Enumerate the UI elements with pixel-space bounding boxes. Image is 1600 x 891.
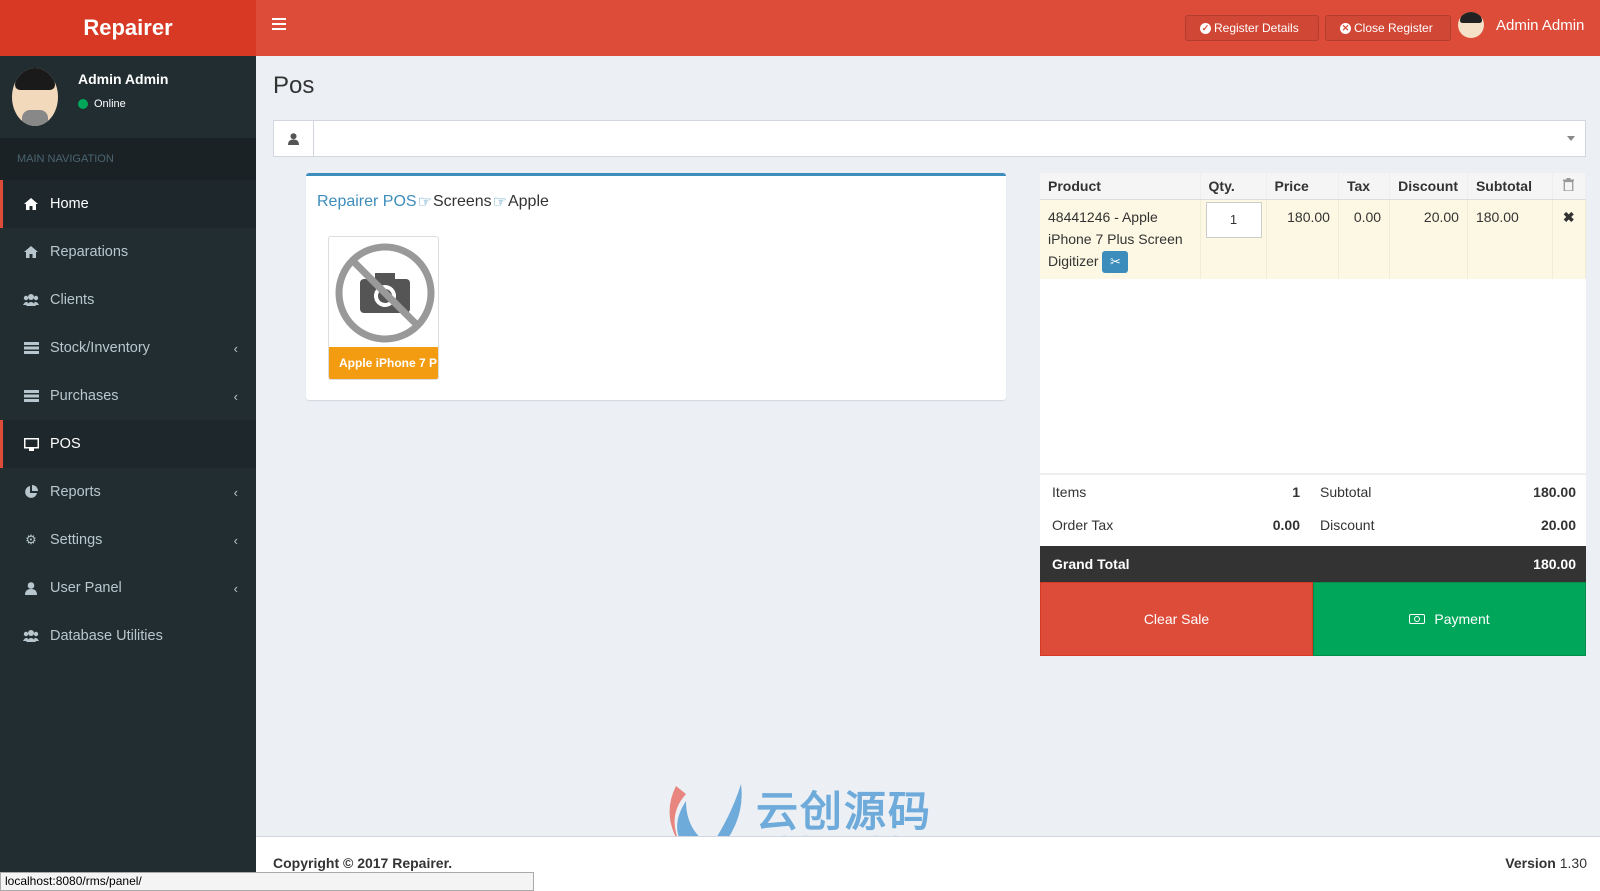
cart-header-row: Product Qty. Price Tax Discount Subtotal bbox=[1040, 173, 1587, 200]
page-title: Pos bbox=[273, 72, 315, 99]
close-register-button[interactable]: ✕ Close Register bbox=[1325, 15, 1451, 41]
chevron-left-icon: ‹ bbox=[233, 340, 238, 356]
status-dot-icon bbox=[78, 99, 88, 109]
totals-row: Order Tax 0.00 Discount 20.00 bbox=[1040, 508, 1586, 541]
cart-price: 180.00 bbox=[1266, 199, 1339, 279]
product-tile-label: Apple iPhone 7 P bbox=[329, 347, 438, 379]
gear-icon: ⚙ bbox=[25, 532, 37, 547]
home-icon bbox=[23, 246, 39, 259]
online-status: Online bbox=[78, 98, 126, 110]
sidebar-user-name: Admin Admin bbox=[78, 71, 169, 87]
subtotal-label: Subtotal bbox=[1320, 483, 1372, 500]
order-tax-value: 0.00 bbox=[1272, 516, 1300, 533]
sidebar-item-settings[interactable]: ⚙ Settings ‹ bbox=[0, 516, 256, 564]
sidebar-item-purchases[interactable]: Purchases ‹ bbox=[0, 372, 256, 420]
cart-qty-cell: 1 bbox=[1200, 199, 1267, 279]
cart-product: 48441246 - Apple iPhone 7 Plus Screen Di… bbox=[1040, 199, 1201, 279]
order-tax-label: Order Tax bbox=[1052, 516, 1114, 533]
sidebar-item-reports[interactable]: Reports ‹ bbox=[0, 468, 256, 516]
sidebar: Admin Admin Online MAIN NAVIGATION Home … bbox=[0, 56, 256, 891]
clear-sale-button[interactable]: Clear Sale bbox=[1040, 582, 1313, 656]
user-icon bbox=[274, 121, 314, 156]
chevron-left-icon: ‹ bbox=[233, 388, 238, 404]
breadcrumb-brand: Apple bbox=[507, 193, 549, 210]
users-icon bbox=[23, 294, 39, 307]
nav-header: MAIN NAVIGATION bbox=[0, 138, 256, 180]
sidebar-toggle-icon[interactable] bbox=[272, 18, 286, 30]
cart-subtotal: 180.00 bbox=[1467, 199, 1553, 279]
avatar bbox=[1458, 12, 1484, 38]
qty-input[interactable]: 1 bbox=[1205, 201, 1262, 238]
avatar bbox=[12, 68, 58, 126]
check-circle-icon: ✓ bbox=[1200, 22, 1211, 34]
sidebar-item-reparations[interactable]: Reparations bbox=[0, 228, 256, 276]
col-tax: Tax bbox=[1338, 173, 1391, 200]
cart-tax: 0.00 bbox=[1338, 199, 1391, 279]
subtotal-value: 180.00 bbox=[1533, 483, 1576, 500]
cart-panel: Product Qty. Price Tax Discount Subtotal… bbox=[1040, 173, 1587, 656]
user-icon bbox=[23, 581, 39, 595]
breadcrumb-category[interactable]: Screens bbox=[433, 193, 492, 211]
breadcrumb: Repairer POS ☞ Screens ☞ Apple bbox=[317, 192, 549, 212]
caret-down-icon bbox=[1567, 136, 1575, 141]
col-product: Product bbox=[1040, 173, 1201, 200]
cart-discount: 20.00 bbox=[1389, 199, 1468, 279]
col-subtotal: Subtotal bbox=[1467, 173, 1553, 200]
sidebar-item-user-panel[interactable]: User Panel ‹ bbox=[0, 564, 256, 612]
browser-status-bar: localhost:8080/rms/panel/ bbox=[0, 872, 534, 891]
totals-row: Items 1 Subtotal 180.00 bbox=[1040, 475, 1586, 508]
trash-icon[interactable] bbox=[1552, 173, 1587, 200]
sidebar-item-home[interactable]: Home bbox=[0, 180, 256, 228]
payment-button[interactable]: Payment bbox=[1313, 582, 1586, 656]
times-circle-icon: ✕ bbox=[1340, 22, 1351, 34]
users-icon bbox=[23, 630, 39, 643]
register-details-button[interactable]: ✓ Register Details bbox=[1185, 15, 1319, 41]
copyright: Copyright © 2017 Repairer. bbox=[273, 855, 453, 871]
chevron-left-icon: ‹ bbox=[233, 580, 238, 596]
cart-table: Product Qty. Price Tax Discount Subtotal… bbox=[1040, 173, 1587, 279]
app-logo[interactable]: Repairer bbox=[0, 0, 256, 56]
version: Version 1.30 bbox=[1505, 855, 1587, 871]
tasks-icon bbox=[23, 390, 39, 403]
remove-item-icon[interactable]: ✖ bbox=[1552, 199, 1587, 279]
product-tile[interactable]: Apple iPhone 7 P bbox=[328, 236, 439, 380]
grand-total-bar: Grand Total 180.00 bbox=[1040, 546, 1586, 582]
items-value: 1 bbox=[1292, 483, 1300, 500]
sidebar-item-stock-inventory[interactable]: Stock/Inventory ‹ bbox=[0, 324, 256, 372]
pie-chart-icon bbox=[23, 485, 39, 499]
sidebar-item-pos[interactable]: POS bbox=[0, 420, 256, 468]
tasks-icon bbox=[23, 342, 39, 355]
hand-point-right-icon: ☞ bbox=[417, 194, 432, 211]
sidebar-item-clients[interactable]: Clients bbox=[0, 276, 256, 324]
money-icon bbox=[1409, 614, 1426, 624]
discount-label: Discount bbox=[1320, 516, 1375, 533]
desktop-icon bbox=[23, 437, 39, 451]
product-browser: Repairer POS ☞ Screens ☞ Apple Apple iPh… bbox=[306, 173, 1006, 400]
items-label: Items bbox=[1052, 483, 1087, 500]
chevron-left-icon: ‹ bbox=[233, 484, 238, 500]
col-qty: Qty. bbox=[1200, 173, 1267, 200]
scissors-icon[interactable]: ✂ bbox=[1102, 250, 1129, 273]
user-menu[interactable]: Admin Admin bbox=[1458, 12, 1584, 38]
col-price: Price bbox=[1266, 173, 1339, 200]
no-image-icon bbox=[335, 243, 435, 343]
top-navbar: Repairer ✓ Register Details ✕ Close Regi… bbox=[0, 0, 1600, 56]
breadcrumb-root-link[interactable]: Repairer POS bbox=[317, 193, 417, 211]
customer-select[interactable] bbox=[273, 120, 1586, 157]
discount-value: 20.00 bbox=[1540, 516, 1576, 533]
table-row: 48441246 - Apple iPhone 7 Plus Screen Di… bbox=[1040, 199, 1587, 279]
sidebar-item-database-utilities[interactable]: Database Utilities bbox=[0, 612, 256, 660]
totals-table: Items 1 Subtotal 180.00 Order Tax 0.00 D… bbox=[1040, 473, 1586, 541]
grand-total-value: 180.00 bbox=[1533, 556, 1576, 572]
grand-total-label: Grand Total bbox=[1052, 556, 1130, 572]
home-icon bbox=[23, 198, 39, 211]
col-discount: Discount bbox=[1389, 173, 1468, 200]
chevron-left-icon: ‹ bbox=[233, 532, 238, 548]
hand-point-right-icon: ☞ bbox=[492, 194, 507, 211]
sidebar-user-panel: Admin Admin Online bbox=[0, 56, 256, 138]
